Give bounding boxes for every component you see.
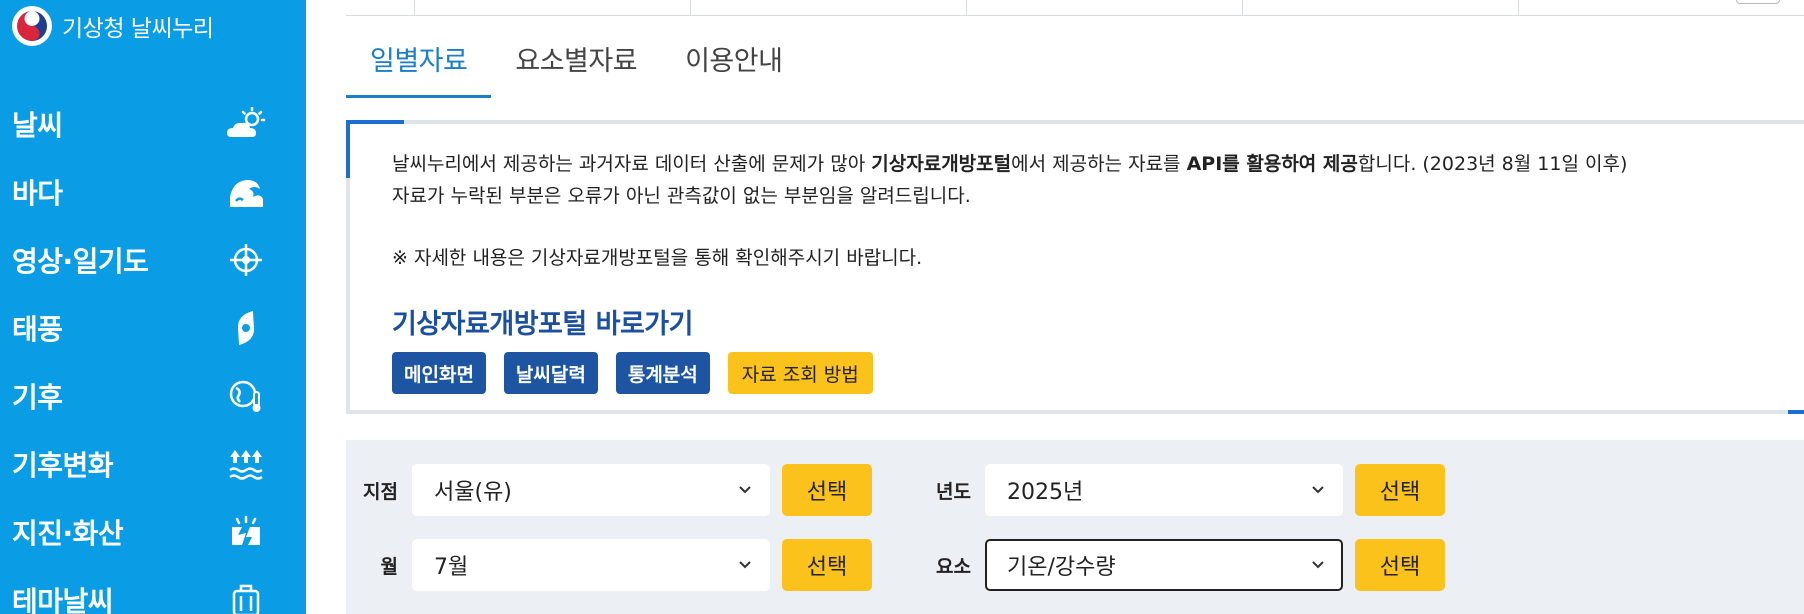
table-divider xyxy=(414,0,415,16)
menu-item-climate[interactable]: 기후 xyxy=(0,362,306,430)
notice-bold-portal: 기상자료개방포털 xyxy=(871,153,1012,175)
menu-item-earthquake[interactable]: 지진·화산 xyxy=(0,498,306,566)
menu-item-label: 태풍 xyxy=(12,313,63,346)
chevron-down-icon xyxy=(1312,486,1324,494)
earthquake-icon xyxy=(224,510,268,554)
year-row: 년도 2025년 선택 xyxy=(919,464,1445,516)
content-tabs: 일별자료 요소별자료 이용안내 xyxy=(346,40,806,98)
station-select-button[interactable]: 선택 xyxy=(782,464,872,516)
notice-line-3: ※ 자세한 내용은 기상자료개방포털을 통해 확인해주시기 바랍니다. xyxy=(392,247,923,269)
typhoon-icon xyxy=(224,306,268,350)
menu-item-label: 영상·일기도 xyxy=(12,245,149,278)
notice-text: 날씨누리에서 제공하는 과거자료 데이터 산출에 문제가 많아 기상자료개방포털… xyxy=(392,148,1627,274)
menu-item-sea[interactable]: 바다 xyxy=(0,158,306,226)
tab-usage-guide[interactable]: 이용안내 xyxy=(661,40,806,98)
rising-water-icon xyxy=(224,442,268,486)
year-select[interactable]: 2025년 xyxy=(985,464,1343,516)
element-select[interactable]: 기온/강수량 xyxy=(985,539,1343,591)
notice-accent xyxy=(346,120,404,124)
notice-accent xyxy=(346,120,350,178)
portal-link-title[interactable]: 기상자료개방포털 바로가기 xyxy=(392,302,693,341)
tab-daily-data[interactable]: 일별자료 xyxy=(346,40,492,98)
sidebar: 기상청 날씨누리 날씨 바다 영상·일기도 태풍 기후 기후변화 지진·화산 테… xyxy=(0,0,306,614)
menu-item-label: 지진·화산 xyxy=(12,517,124,550)
table-divider xyxy=(690,0,691,16)
chevron-down-icon xyxy=(1312,561,1324,569)
sun-cloud-icon xyxy=(224,102,268,146)
year-label: 년도 xyxy=(936,480,971,503)
notice-text-segment: 에서 제공하는 자료를 xyxy=(1011,153,1187,175)
notice-bold-api: API를 활용하여 제공 xyxy=(1186,153,1358,175)
menu-item-label: 테마날씨 xyxy=(12,585,114,614)
main-menu: 날씨 바다 영상·일기도 태풍 기후 기후변화 지진·화산 테마날씨 xyxy=(0,90,306,614)
chevron-down-icon xyxy=(739,486,751,494)
search-form: 지점 서울(유) 선택 년도 2025년 선택 월 7월 선택 요소 기온/강수… xyxy=(346,440,1804,614)
menu-item-weather[interactable]: 날씨 xyxy=(0,90,306,158)
notice-accent xyxy=(1788,410,1804,414)
main-screen-button[interactable]: 메인화면 xyxy=(392,352,486,394)
menu-item-label: 날씨 xyxy=(12,109,63,142)
element-value: 기온/강수량 xyxy=(1007,555,1116,580)
wave-icon xyxy=(224,170,268,214)
month-select-button[interactable]: 선택 xyxy=(782,539,872,591)
menu-item-satellite[interactable]: 영상·일기도 xyxy=(0,226,306,294)
element-select-button[interactable]: 선택 xyxy=(1355,539,1445,591)
month-label: 월 xyxy=(380,555,398,578)
site-title: 기상청 날씨누리 xyxy=(62,16,214,42)
suitcase-icon xyxy=(224,578,268,614)
top-right-control[interactable] xyxy=(1736,0,1780,4)
notice-text-segment: 합니다. (2023년 8월 11일 이후) xyxy=(1357,153,1628,175)
year-value: 2025년 xyxy=(1007,480,1084,505)
brand-logo[interactable]: 기상청 날씨누리 xyxy=(12,6,214,46)
satellite-target-icon xyxy=(224,238,268,282)
table-divider xyxy=(1242,0,1243,16)
page: 기상청 날씨누리 날씨 바다 영상·일기도 태풍 기후 기후변화 지진·화산 테… xyxy=(0,0,1804,614)
menu-item-theme-weather[interactable]: 테마날씨 xyxy=(0,566,306,614)
element-label: 요소 xyxy=(936,555,971,578)
table-divider xyxy=(1518,0,1519,16)
notice-line-2: 자료가 누락된 부분은 오류가 아닌 관측값이 없는 부분임을 알려드립니다. xyxy=(392,185,971,207)
statistics-analysis-button[interactable]: 통계분석 xyxy=(615,352,710,394)
menu-item-typhoon[interactable]: 태풍 xyxy=(0,294,306,362)
notice-box: 날씨누리에서 제공하는 과거자료 데이터 산출에 문제가 많아 기상자료개방포털… xyxy=(346,120,1804,414)
year-select-button[interactable]: 선택 xyxy=(1355,464,1445,516)
station-label: 지점 xyxy=(363,480,398,503)
menu-item-label: 바다 xyxy=(12,177,63,210)
taegeuk-emblem-icon xyxy=(12,6,52,46)
tab-element-data[interactable]: 요소별자료 xyxy=(491,40,661,98)
menu-item-label: 기후변화 xyxy=(12,449,114,482)
notice-text-segment: 날씨누리에서 제공하는 과거자료 데이터 산출에 문제가 많아 xyxy=(392,153,872,175)
globe-thermometer-icon xyxy=(224,374,268,418)
month-select[interactable]: 7월 xyxy=(412,539,770,591)
chevron-down-icon xyxy=(739,561,751,569)
month-value: 7월 xyxy=(434,555,469,580)
menu-item-label: 기후 xyxy=(12,381,63,414)
element-row: 요소 기온/강수량 선택 xyxy=(919,539,1445,591)
data-query-help-button[interactable]: 자료 조회 방법 xyxy=(727,352,873,394)
top-table-edge xyxy=(346,0,1804,16)
month-row: 월 7월 선택 xyxy=(346,539,872,591)
station-select[interactable]: 서울(유) xyxy=(412,464,770,516)
table-divider xyxy=(966,0,967,16)
menu-item-climate-change[interactable]: 기후변화 xyxy=(0,430,306,498)
station-row: 지점 서울(유) 선택 xyxy=(346,464,872,516)
weather-calendar-button[interactable]: 날씨달력 xyxy=(503,352,598,394)
notice-line-1: 날씨누리에서 제공하는 과거자료 데이터 산출에 문제가 많아 기상자료개방포털… xyxy=(392,148,1627,180)
station-value: 서울(유) xyxy=(434,480,512,505)
portal-button-row: 메인화면 날씨달력 통계분석 자료 조회 방법 xyxy=(392,352,873,394)
